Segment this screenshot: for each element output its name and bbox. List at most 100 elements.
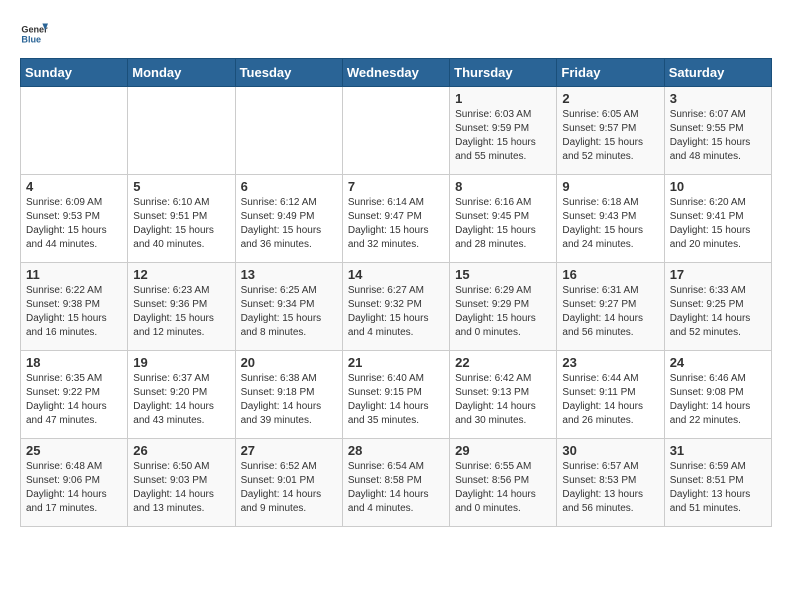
day-number: 8 [455, 179, 551, 194]
day-info: Sunrise: 6:22 AM Sunset: 9:38 PM Dayligh… [26, 284, 122, 340]
day-number: 13 [241, 267, 337, 282]
day-info: Sunrise: 6:18 AM Sunset: 9:43 PM Dayligh… [562, 196, 658, 252]
day-number: 14 [348, 267, 444, 282]
calendar-cell: 25 Sunrise: 6:48 AM Sunset: 9:06 PM Dayli… [21, 439, 128, 527]
day-number: 11 [26, 267, 122, 282]
day-info: Sunrise: 6:07 AM Sunset: 9:55 PM Dayligh… [670, 108, 766, 164]
calendar-cell: 17 Sunrise: 6:33 AM Sunset: 9:25 PM Dayli… [664, 263, 771, 351]
weekday-header: Sunday [21, 59, 128, 87]
calendar-cell: 7 Sunrise: 6:14 AM Sunset: 9:47 PM Daylig… [342, 175, 449, 263]
day-info: Sunrise: 6:38 AM Sunset: 9:18 PM Dayligh… [241, 372, 337, 428]
day-info: Sunrise: 6:46 AM Sunset: 9:08 PM Dayligh… [670, 372, 766, 428]
day-number: 7 [348, 179, 444, 194]
day-info: Sunrise: 6:48 AM Sunset: 9:06 PM Dayligh… [26, 460, 122, 516]
day-info: Sunrise: 6:35 AM Sunset: 9:22 PM Dayligh… [26, 372, 122, 428]
day-number: 4 [26, 179, 122, 194]
day-number: 9 [562, 179, 658, 194]
day-info: Sunrise: 6:16 AM Sunset: 9:45 PM Dayligh… [455, 196, 551, 252]
calendar-cell: 19 Sunrise: 6:37 AM Sunset: 9:20 PM Dayli… [128, 351, 235, 439]
day-info: Sunrise: 6:55 AM Sunset: 8:56 PM Dayligh… [455, 460, 551, 516]
day-number: 17 [670, 267, 766, 282]
calendar-cell: 13Sunrise: 6:25 AM Sunset: 9:34 PM Dayli… [235, 263, 342, 351]
weekday-header: Wednesday [342, 59, 449, 87]
day-number: 3 [670, 91, 766, 106]
weekday-header: Friday [557, 59, 664, 87]
calendar-week-row: 18 Sunrise: 6:35 AM Sunset: 9:22 PM Dayli… [21, 351, 772, 439]
calendar-cell: 6Sunrise: 6:12 AM Sunset: 9:49 PM Daylig… [235, 175, 342, 263]
day-number: 15 [455, 267, 551, 282]
day-number: 16 [562, 267, 658, 282]
weekday-row: SundayMondayTuesdayWednesdayThursdayFrid… [21, 59, 772, 87]
day-info: Sunrise: 6:31 AM Sunset: 9:27 PM Dayligh… [562, 284, 658, 340]
calendar-cell: 27 Sunrise: 6:52 AM Sunset: 9:01 PM Dayli… [235, 439, 342, 527]
day-number: 19 [133, 355, 229, 370]
calendar-cell: 26 Sunrise: 6:50 AM Sunset: 9:03 PM Dayli… [128, 439, 235, 527]
day-number: 18 [26, 355, 122, 370]
calendar-table: SundayMondayTuesdayWednesdayThursdayFrid… [20, 58, 772, 527]
calendar-week-row: 25 Sunrise: 6:48 AM Sunset: 9:06 PM Dayli… [21, 439, 772, 527]
calendar-cell: 1 Sunrise: 6:03 AM Sunset: 9:59 PM Daylig… [450, 87, 557, 175]
day-info: Sunrise: 6:27 AM Sunset: 9:32 PM Dayligh… [348, 284, 444, 340]
day-number: 26 [133, 443, 229, 458]
calendar-cell: 30Sunrise: 6:57 AM Sunset: 8:53 PM Dayli… [557, 439, 664, 527]
calendar-cell: 18 Sunrise: 6:35 AM Sunset: 9:22 PM Dayli… [21, 351, 128, 439]
day-info: Sunrise: 6:29 AM Sunset: 9:29 PM Dayligh… [455, 284, 551, 340]
day-number: 20 [241, 355, 337, 370]
calendar-cell: 3 Sunrise: 6:07 AM Sunset: 9:55 PM Daylig… [664, 87, 771, 175]
calendar-cell [235, 87, 342, 175]
calendar-cell: 4Sunrise: 6:09 AM Sunset: 9:53 PM Daylig… [21, 175, 128, 263]
calendar-cell: 22 Sunrise: 6:42 AM Sunset: 9:13 PM Dayli… [450, 351, 557, 439]
calendar-header: SundayMondayTuesdayWednesdayThursdayFrid… [21, 59, 772, 87]
day-number: 31 [670, 443, 766, 458]
calendar-cell: 16 Sunrise: 6:31 AM Sunset: 9:27 PM Dayli… [557, 263, 664, 351]
logo: General Blue [20, 20, 48, 48]
day-info: Sunrise: 6:59 AM Sunset: 8:51 PM Dayligh… [670, 460, 766, 516]
weekday-header: Saturday [664, 59, 771, 87]
calendar-cell: 31 Sunrise: 6:59 AM Sunset: 8:51 PM Dayli… [664, 439, 771, 527]
day-info: Sunrise: 6:52 AM Sunset: 9:01 PM Dayligh… [241, 460, 337, 516]
calendar-cell [21, 87, 128, 175]
day-info: Sunrise: 6:33 AM Sunset: 9:25 PM Dayligh… [670, 284, 766, 340]
day-number: 22 [455, 355, 551, 370]
day-number: 12 [133, 267, 229, 282]
day-number: 1 [455, 91, 551, 106]
calendar-cell: 20 Sunrise: 6:38 AM Sunset: 9:18 PM Dayli… [235, 351, 342, 439]
calendar-cell: 29Sunrise: 6:55 AM Sunset: 8:56 PM Dayli… [450, 439, 557, 527]
calendar-cell: 14 Sunrise: 6:27 AM Sunset: 9:32 PM Dayli… [342, 263, 449, 351]
day-number: 21 [348, 355, 444, 370]
day-info: Sunrise: 6:42 AM Sunset: 9:13 PM Dayligh… [455, 372, 551, 428]
calendar-cell: 21 Sunrise: 6:40 AM Sunset: 9:15 PM Dayli… [342, 351, 449, 439]
weekday-header: Tuesday [235, 59, 342, 87]
calendar-cell: 8 Sunrise: 6:16 AM Sunset: 9:45 PM Daylig… [450, 175, 557, 263]
calendar-cell: 10Sunrise: 6:20 AM Sunset: 9:41 PM Dayli… [664, 175, 771, 263]
day-info: Sunrise: 6:54 AM Sunset: 8:58 PM Dayligh… [348, 460, 444, 516]
svg-text:Blue: Blue [21, 34, 41, 44]
calendar-cell: 24 Sunrise: 6:46 AM Sunset: 9:08 PM Dayli… [664, 351, 771, 439]
weekday-header: Thursday [450, 59, 557, 87]
calendar-week-row: 1 Sunrise: 6:03 AM Sunset: 9:59 PM Daylig… [21, 87, 772, 175]
day-info: Sunrise: 6:05 AM Sunset: 9:57 PM Dayligh… [562, 108, 658, 164]
calendar-cell [342, 87, 449, 175]
day-number: 23 [562, 355, 658, 370]
day-number: 24 [670, 355, 766, 370]
calendar-week-row: 4Sunrise: 6:09 AM Sunset: 9:53 PM Daylig… [21, 175, 772, 263]
day-number: 27 [241, 443, 337, 458]
calendar-cell: 5Sunrise: 6:10 AM Sunset: 9:51 PM Daylig… [128, 175, 235, 263]
day-info: Sunrise: 6:50 AM Sunset: 9:03 PM Dayligh… [133, 460, 229, 516]
header: General Blue [20, 20, 772, 48]
day-info: Sunrise: 6:37 AM Sunset: 9:20 PM Dayligh… [133, 372, 229, 428]
day-number: 25 [26, 443, 122, 458]
day-number: 10 [670, 179, 766, 194]
day-info: Sunrise: 6:40 AM Sunset: 9:15 PM Dayligh… [348, 372, 444, 428]
calendar-cell: 15 Sunrise: 6:29 AM Sunset: 9:29 PM Dayli… [450, 263, 557, 351]
calendar-cell: 12Sunrise: 6:23 AM Sunset: 9:36 PM Dayli… [128, 263, 235, 351]
day-info: Sunrise: 6:44 AM Sunset: 9:11 PM Dayligh… [562, 372, 658, 428]
day-info: Sunrise: 6:12 AM Sunset: 9:49 PM Dayligh… [241, 196, 337, 252]
day-info: Sunrise: 6:14 AM Sunset: 9:47 PM Dayligh… [348, 196, 444, 252]
logo-icon: General Blue [20, 20, 48, 48]
day-info: Sunrise: 6:10 AM Sunset: 9:51 PM Dayligh… [133, 196, 229, 252]
day-number: 30 [562, 443, 658, 458]
calendar-cell: 28Sunrise: 6:54 AM Sunset: 8:58 PM Dayli… [342, 439, 449, 527]
day-info: Sunrise: 6:03 AM Sunset: 9:59 PM Dayligh… [455, 108, 551, 164]
calendar-week-row: 11 Sunrise: 6:22 AM Sunset: 9:38 PM Dayli… [21, 263, 772, 351]
